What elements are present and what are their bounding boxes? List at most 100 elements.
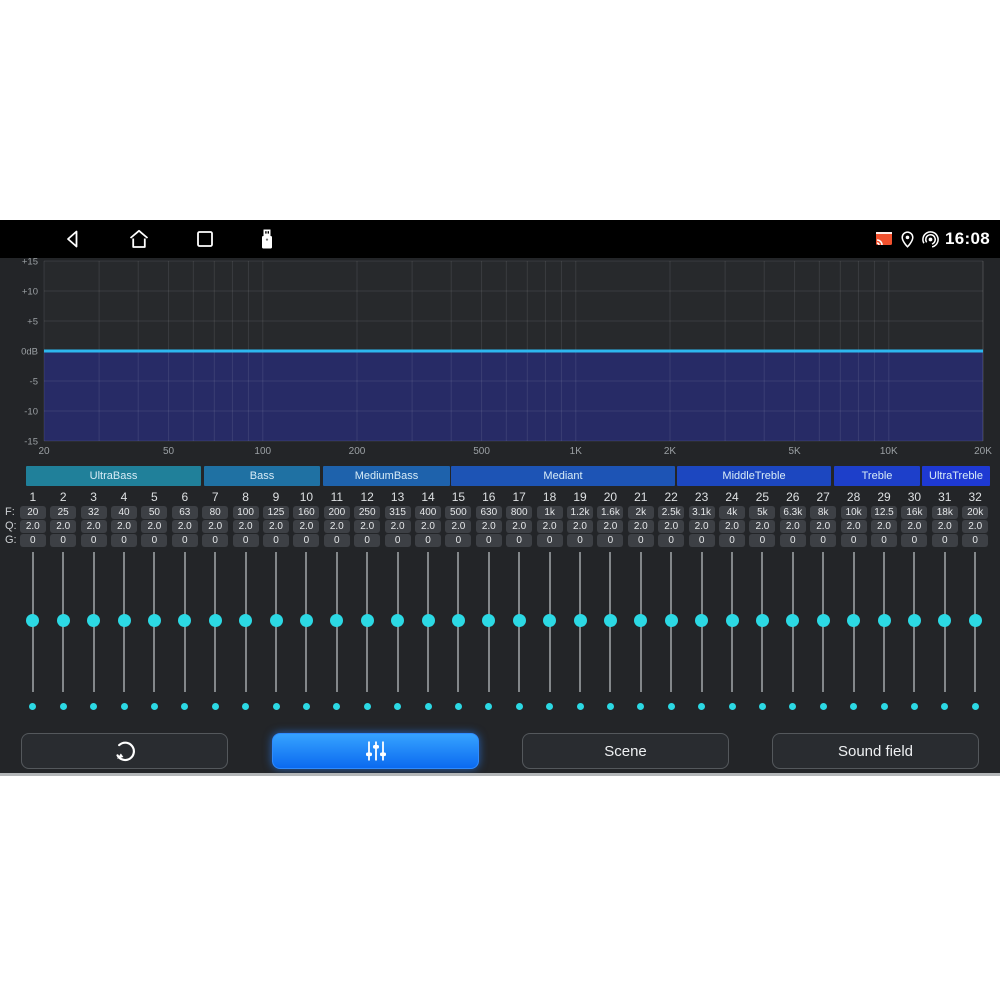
band-15-slider-knob[interactable] xyxy=(452,614,465,627)
band-9-gain-value: 0 xyxy=(263,534,289,547)
band-28-indicator-dot xyxy=(850,703,857,710)
band-26-q-value: 2.0 xyxy=(780,520,806,533)
svg-text:+5: +5 xyxy=(27,317,38,328)
band-31-slider-knob[interactable] xyxy=(938,614,951,627)
home-icon[interactable] xyxy=(127,227,151,251)
band-3-number: 3 xyxy=(79,490,109,504)
band-25-frequency-value: 5k xyxy=(749,506,775,519)
svg-text:-10: -10 xyxy=(24,407,38,418)
svg-text:100: 100 xyxy=(254,446,271,457)
svg-text:500: 500 xyxy=(473,446,490,457)
band-18-q-value: 2.0 xyxy=(537,520,563,533)
band-24-q-value: 2.0 xyxy=(719,520,745,533)
band-6-indicator-dot xyxy=(181,703,188,710)
band-group-mediant[interactable]: Mediant xyxy=(451,466,675,486)
band-18-slider-knob[interactable] xyxy=(543,614,556,627)
band-5-number: 5 xyxy=(139,490,169,504)
band-14-q-value: 2.0 xyxy=(415,520,441,533)
band-14-slider-knob[interactable] xyxy=(422,614,435,627)
band-1-slider-knob[interactable] xyxy=(26,614,39,627)
band-12-slider-knob[interactable] xyxy=(361,614,374,627)
band-25-number: 25 xyxy=(747,490,777,504)
band-10-indicator-dot xyxy=(303,703,310,710)
band-29-slider-knob[interactable] xyxy=(878,614,891,627)
band-group-mediumbass[interactable]: MediumBass xyxy=(323,466,450,486)
screen-bottom-edge xyxy=(0,773,1000,776)
band-2-slider-knob[interactable] xyxy=(57,614,70,627)
band-22-slider-knob[interactable] xyxy=(665,614,678,627)
band-4-slider-knob[interactable] xyxy=(118,614,131,627)
band-29-q-value: 2.0 xyxy=(871,520,897,533)
band-21-number: 21 xyxy=(626,490,656,504)
band-2-gain-value: 0 xyxy=(50,534,76,547)
band-28-slider-knob[interactable] xyxy=(847,614,860,627)
band-30-slider-knob[interactable] xyxy=(908,614,921,627)
sound-field-button[interactable]: Sound field xyxy=(772,733,979,769)
band-group-ultratreble[interactable]: UltraTreble xyxy=(922,466,990,486)
band-7-number: 7 xyxy=(200,490,230,504)
band-26-slider-knob[interactable] xyxy=(786,614,799,627)
band-12-number: 12 xyxy=(352,490,382,504)
reset-button[interactable] xyxy=(21,733,228,769)
band-2-frequency-value: 25 xyxy=(50,506,76,519)
band-14-number: 14 xyxy=(413,490,443,504)
hotspot-icon xyxy=(921,230,940,249)
band-6-slider-knob[interactable] xyxy=(178,614,191,627)
sound-field-button-label: Sound field xyxy=(838,743,913,760)
band-25-q-value: 2.0 xyxy=(749,520,775,533)
band-7-gain-value: 0 xyxy=(202,534,228,547)
band-27-slider-knob[interactable] xyxy=(817,614,830,627)
band-23-slider-knob[interactable] xyxy=(695,614,708,627)
band-16-slider-knob[interactable] xyxy=(482,614,495,627)
band-12-frequency-value: 250 xyxy=(354,506,380,519)
band-18-number: 18 xyxy=(535,490,565,504)
band-17-indicator-dot xyxy=(516,703,523,710)
band-28-number: 28 xyxy=(839,490,869,504)
band-32-slider-knob[interactable] xyxy=(969,614,982,627)
band-30-frequency-value: 16k xyxy=(901,506,927,519)
band-group-ultrabass[interactable]: UltraBass xyxy=(26,466,201,486)
band-27-number: 27 xyxy=(808,490,838,504)
band-19-slider-knob[interactable] xyxy=(574,614,587,627)
band-10-q-value: 2.0 xyxy=(293,520,319,533)
band-7-slider-knob[interactable] xyxy=(209,614,222,627)
band-10-slider-knob[interactable] xyxy=(300,614,313,627)
band-8-indicator-dot xyxy=(242,703,249,710)
equalizer-button[interactable] xyxy=(272,733,479,769)
band-20-slider-knob[interactable] xyxy=(604,614,617,627)
band-12-gain-value: 0 xyxy=(354,534,380,547)
band-11-number: 11 xyxy=(322,490,352,504)
band-11-slider-knob[interactable] xyxy=(330,614,343,627)
band-24-slider-knob[interactable] xyxy=(726,614,739,627)
band-30-gain-value: 0 xyxy=(901,534,927,547)
band-19-frequency-value: 1.2k xyxy=(567,506,593,519)
band-17-slider-knob[interactable] xyxy=(513,614,526,627)
svg-text:+10: +10 xyxy=(22,287,38,298)
svg-text:2K: 2K xyxy=(664,446,677,457)
scene-button[interactable]: Scene xyxy=(522,733,729,769)
band-5-slider-knob[interactable] xyxy=(148,614,161,627)
svg-text:5K: 5K xyxy=(788,446,801,457)
band-6-frequency-value: 63 xyxy=(172,506,198,519)
band-8-slider-knob[interactable] xyxy=(239,614,252,627)
band-21-slider-knob[interactable] xyxy=(634,614,647,627)
band-group-bass[interactable]: Bass xyxy=(204,466,320,486)
svg-text:20K: 20K xyxy=(974,446,992,457)
band-13-slider-knob[interactable] xyxy=(391,614,404,627)
svg-text:200: 200 xyxy=(349,446,366,457)
gain-row-label: G: xyxy=(5,534,21,546)
recents-icon[interactable] xyxy=(193,227,217,251)
eq-response-chart: +15+10+50dB-5-10-1520501002005001K2K5K10… xyxy=(0,258,1000,463)
band-32-gain-value: 0 xyxy=(962,534,988,547)
back-icon[interactable] xyxy=(61,227,85,251)
svg-text:50: 50 xyxy=(163,446,175,457)
band-25-slider-knob[interactable] xyxy=(756,614,769,627)
band-3-slider-knob[interactable] xyxy=(87,614,100,627)
band-9-q-value: 2.0 xyxy=(263,520,289,533)
band-22-number: 22 xyxy=(656,490,686,504)
band-9-slider-knob[interactable] xyxy=(270,614,283,627)
band-group-middletreble[interactable]: MiddleTreble xyxy=(677,466,831,486)
band-19-q-value: 2.0 xyxy=(567,520,593,533)
band-group-treble[interactable]: Treble xyxy=(834,466,920,486)
usb-device-icon[interactable] xyxy=(255,227,279,251)
